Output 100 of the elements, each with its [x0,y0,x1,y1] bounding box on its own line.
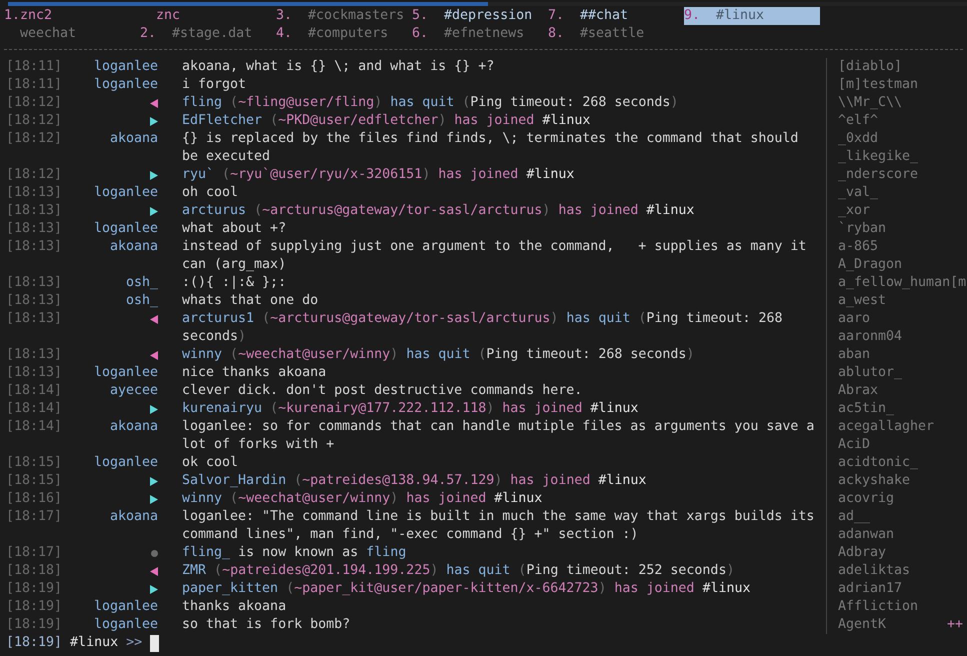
nick-list-item[interactable]: _0xdd [838,130,967,148]
nick-list-item[interactable]: AgentK [838,616,886,634]
nick-list-item[interactable]: A_Dragon [838,256,967,274]
message-text: Salvor_Hardin (~patreides@138.94.57.129) has joined #linux [182,472,648,490]
timestamp: [18:13] [5,310,64,328]
message-text: clever dick. don't post destructive commands here. [182,382,584,400]
nick-list-item[interactable]: aban [838,346,967,364]
left-triangle-icon [150,98,158,108]
buffer-item[interactable]: 2. #stage.dat [140,25,276,43]
nick-list-item[interactable]: Adbray [838,544,967,562]
right-triangle-icon [150,116,158,126]
timestamp: [18:13] [5,274,64,292]
timestamp: [18:16] [5,490,64,508]
nick-list-item[interactable]: Abrax [838,382,967,400]
nick-label: loganlee [94,76,158,94]
timestamp: [18:13] [5,238,64,256]
right-triangle-icon [150,584,158,594]
buffer-item[interactable]: weechat [4,25,140,43]
left-triangle-icon [150,566,158,576]
nick-list-item[interactable]: ackyshake [838,472,967,490]
nick-list-item[interactable]: a-865 [838,238,967,256]
timestamp: [18:15] [5,472,64,490]
timestamp: [18:12] [5,130,64,148]
timestamp: [18:13] [5,202,64,220]
nick-list-item[interactable]: acidtonic_ [838,454,967,472]
buffer-item[interactable]: 8. #seattle [548,25,684,43]
message-text: fling (~fling@user/fling) has quit (Ping timeout: 268 seconds) [182,94,680,112]
buffer-item[interactable]: 3. #cockmasters [276,7,412,25]
message-text: thanks akoana [182,598,288,616]
buffer-item[interactable]: znc [140,7,276,25]
message-text: what about +? [182,220,288,238]
nick-list-item[interactable]: _likegike_ [838,148,967,166]
nick-label: akoana [110,508,158,526]
nick-label: akoana [110,418,158,436]
nick-list-item[interactable]: [m]testman [838,76,967,94]
nick-list-item[interactable]: acegallagher [838,418,967,436]
timestamp: [18:14] [5,418,64,436]
buffer-item[interactable]: 5. #depression [412,7,548,25]
nick-list-item[interactable]: [diablo] [838,58,967,76]
nick-list-item[interactable]: \\Mr_C\\ [838,94,967,112]
timestamp: [18:12] [5,112,64,130]
timestamp: [18:19] [5,580,64,598]
nick-list-item[interactable]: ablutor_ [838,364,967,382]
message-text: ZMR (~patreides@201.194.199.225) has quit (Ping timeout: 252 seconds) [182,562,736,580]
timestamp: [18:12] [5,94,64,112]
message-text: ok cool [182,454,240,472]
input-field[interactable]: [18:19] #linux >> [0,632,967,656]
timestamp: [18:11] [5,58,64,76]
nick-label: loganlee [94,58,158,76]
nick-label: loganlee [94,220,158,238]
buffer-item[interactable]: 1.znc2 [4,7,140,25]
message-text: akoana, what is {} \; and what is {} +? [182,58,496,76]
right-triangle-icon [150,404,158,414]
nick-list-item[interactable]: adrian17 [838,580,967,598]
nick-list-item[interactable]: ac5tin_ [838,400,967,418]
buffer-item[interactable]: 7. ##chat [548,7,684,25]
nick-list-item[interactable]: _val_ [838,184,967,202]
nick-list-item[interactable]: `ryban [838,220,967,238]
nick-list-item[interactable]: adanwan [838,526,967,544]
message-text: EdFletcher (~PKD@user/edfletcher) has joined #linux [182,112,592,130]
nick-label: loganlee [94,616,158,634]
nick-list-item[interactable]: AciD [838,436,967,454]
timestamp: [18:13] [5,292,64,310]
nick-list-item[interactable]: ad__ [838,508,967,526]
nick-list-item[interactable]: ^elf^ [838,112,967,130]
message-text: loganlee: "The command line is built in much the same way that xargs builds its command lines", man find, "-exec command {} +" section :) [182,508,816,544]
left-triangle-icon [150,350,158,360]
message-text: instead of supplying just one argument to the command, + supplies as many it can (arg_max) [182,238,808,274]
nick-list-item[interactable]: acovrig [838,490,967,508]
nick-label: akoana [110,130,158,148]
message-text: oh cool [182,184,240,202]
nick-list-item[interactable]: aaronm04 [838,328,967,346]
timestamp: [18:14] [5,400,64,418]
nick-list-item[interactable]: a_west [838,292,967,310]
right-triangle-icon [150,170,158,180]
message-text: arcturus (~arcturus@gateway/tor-sasl/arcturus) has joined #linux [182,202,696,220]
nick-list-item[interactable]: adeliktas [838,562,967,580]
buffer-item[interactable]: 9. #linux [684,7,820,25]
nick-list-item[interactable]: _xor [838,202,967,220]
message-text: so that is fork bomb? [182,616,352,634]
nick-label: loganlee [94,364,158,382]
buffer-item[interactable]: 4. #computers [276,25,412,43]
message-text: nice thanks akoana [182,364,328,382]
nick-list-item[interactable]: a_fellow_human[m [838,274,967,292]
cursor-icon [150,634,160,652]
more-indicator: ++ [946,616,963,634]
timestamp: [18:19] [5,616,64,634]
timestamp: [18:15] [5,454,64,472]
message-text: {} is replaced by the files find finds, \; terminates the command that should be executed [182,130,800,166]
timestamp: [18:17] [5,544,64,562]
message-text: winny (~weechat@user/winny) has quit (Ping timeout: 268 seconds) [182,346,696,364]
nick-label: loganlee [94,184,158,202]
dot-icon [151,550,158,556]
buffer-item[interactable]: 6. #efnetnews [412,25,548,43]
nick-list-item[interactable]: aaro [838,310,967,328]
timestamp: [18:12] [5,166,64,184]
timestamp: [18:13] [5,184,64,202]
message-text: arcturus1 (~arcturus@gateway/tor-sasl/arcturus) has quit (Ping timeout: 268 seconds) [182,310,784,346]
nick-list-item[interactable]: Affliction [838,598,967,616]
nick-list-item[interactable]: _nderscore [838,166,967,184]
